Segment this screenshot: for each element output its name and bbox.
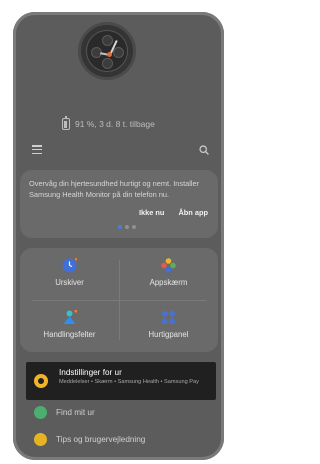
tips-item[interactable]: Tips og brugervejledning [34, 433, 145, 446]
find-my-watch-item[interactable]: Find mit ur [34, 406, 95, 419]
pager-dot-active [118, 225, 122, 229]
subdial-top [102, 35, 113, 46]
find-my-watch-label: Find mit ur [56, 408, 95, 417]
open-app-button[interactable]: Åbn app [178, 208, 208, 217]
settings-gear-icon [34, 374, 48, 388]
not-now-button[interactable]: Ikke nu [139, 208, 164, 217]
health-card-text: Overvåg din hjertesundhed hurtigt og nem… [29, 179, 200, 199]
health-monitor-card: Overvåg din hjertesundhed hurtigt og nem… [20, 170, 218, 238]
battery-icon [62, 116, 70, 130]
shortcut-grid-card: Urskiver Appskærm Handlingsfelter Hurtig… [20, 248, 218, 352]
watch-face-preview[interactable] [78, 22, 136, 80]
tile-apps-screen[interactable]: Appskærm [119, 248, 218, 300]
tile-label: Appskærm [149, 278, 188, 287]
battery-text: 91 %, 3 d. 8 t. tilbage [75, 119, 155, 129]
watch-faces-icon [62, 258, 77, 273]
search-icon[interactable] [199, 145, 209, 155]
tile-label: Handlingsfelter [43, 330, 96, 339]
menu-icon[interactable] [32, 145, 42, 154]
watch-settings-item[interactable]: Indstillinger for ur Meddelelser • Skærm… [26, 362, 216, 400]
subdial-bottom [102, 58, 113, 69]
tile-label: Hurtigpanel [148, 330, 189, 339]
tile-action-tiles[interactable]: Handlingsfelter [20, 300, 119, 352]
quick-panel-icon [161, 310, 176, 325]
tile-watch-faces[interactable]: Urskiver [20, 248, 119, 300]
battery-status: 91 %, 3 d. 8 t. tilbage [62, 116, 155, 130]
watch-settings-subtitle: Meddelelser • Skærm • Samsung Health • S… [59, 379, 199, 385]
watch-dial [86, 30, 128, 72]
health-card-actions: Ikke nu Åbn app [139, 208, 208, 217]
apps-screen-icon [161, 258, 176, 273]
pager-dot [132, 225, 136, 229]
tips-label: Tips og brugervejledning [56, 435, 146, 444]
find-watch-icon [34, 406, 47, 419]
tips-icon [34, 433, 47, 446]
watch-center-dot [107, 52, 112, 57]
tile-quick-panel[interactable]: Hurtigpanel [119, 300, 218, 352]
tile-label: Urskiver [55, 278, 84, 287]
watch-settings-title: Indstillinger for ur [59, 368, 122, 377]
tiles-icon [63, 310, 77, 324]
subdial-right [113, 47, 124, 58]
pager-dot [125, 225, 129, 229]
card-pager [118, 225, 136, 229]
